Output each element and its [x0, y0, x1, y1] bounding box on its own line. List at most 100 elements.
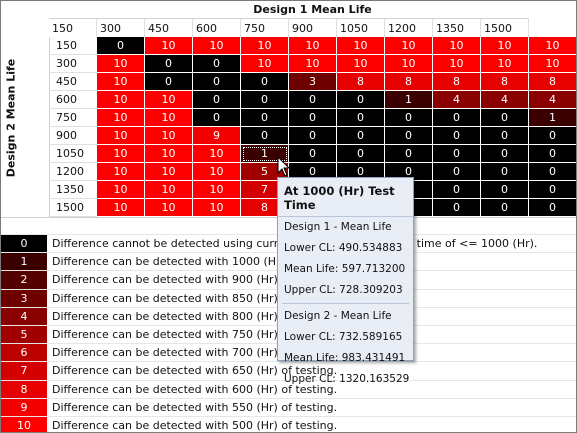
- legend-description: Difference can be detected with 550 (Hr)…: [52, 400, 338, 414]
- tooltip-design1-mean-life: Mean Life: 597.713200: [284, 263, 406, 275]
- matrix-cell[interactable]: 0: [433, 199, 481, 217]
- matrix-cell[interactable]: 10: [145, 91, 193, 109]
- tooltip-design2-header: Design 2 - Mean Life: [284, 310, 392, 322]
- matrix-cell[interactable]: 10: [529, 55, 576, 73]
- matrix-cell[interactable]: 0: [97, 37, 145, 55]
- matrix-cell[interactable]: 10: [337, 55, 385, 73]
- row-header: 1350: [49, 181, 97, 199]
- matrix-cell[interactable]: 0: [481, 127, 529, 145]
- matrix-cell[interactable]: 4: [529, 91, 576, 109]
- matrix-cell[interactable]: 10: [145, 127, 193, 145]
- matrix-cell[interactable]: 0: [433, 127, 481, 145]
- matrix-cell[interactable]: 3: [289, 73, 337, 91]
- matrix-cell[interactable]: 0: [241, 109, 289, 127]
- matrix-cell[interactable]: 0: [241, 73, 289, 91]
- matrix-cell[interactable]: 8: [385, 73, 433, 91]
- matrix-cell[interactable]: 10: [97, 127, 145, 145]
- matrix-cell[interactable]: 10: [193, 37, 241, 55]
- matrix-cell[interactable]: 8: [481, 73, 529, 91]
- matrix-cell[interactable]: 0: [289, 127, 337, 145]
- matrix-cell[interactable]: 4: [481, 91, 529, 109]
- matrix-cell[interactable]: 10: [481, 37, 529, 55]
- matrix-cell[interactable]: 4: [433, 91, 481, 109]
- matrix-cell[interactable]: 0: [529, 127, 576, 145]
- matrix-cell[interactable]: 10: [97, 73, 145, 91]
- matrix-cell[interactable]: 0: [481, 145, 529, 163]
- matrix-cell[interactable]: 0: [337, 127, 385, 145]
- matrix-cell[interactable]: 0: [145, 55, 193, 73]
- matrix-cell[interactable]: 10: [193, 163, 241, 181]
- row-headers: 150 300 450 600 750 900 1050 1200 1350 1500: [49, 37, 97, 217]
- matrix-cell[interactable]: 0: [145, 73, 193, 91]
- matrix-cell[interactable]: 10: [97, 163, 145, 181]
- matrix-cell[interactable]: 0: [529, 199, 576, 217]
- matrix-cell[interactable]: 10: [385, 37, 433, 55]
- matrix-cell[interactable]: 10: [145, 163, 193, 181]
- matrix-cell[interactable]: 10: [289, 55, 337, 73]
- matrix-cell[interactable]: 10: [385, 55, 433, 73]
- matrix-cell[interactable]: 9: [193, 127, 241, 145]
- matrix-cell[interactable]: 10: [433, 37, 481, 55]
- matrix-cell[interactable]: 0: [385, 145, 433, 163]
- matrix-cell[interactable]: 0: [193, 109, 241, 127]
- matrix-cell[interactable]: 1: [529, 109, 576, 127]
- matrix-cell[interactable]: 10: [97, 181, 145, 199]
- matrix-cell[interactable]: 0: [193, 91, 241, 109]
- column-header: 300: [97, 18, 145, 37]
- matrix-cell[interactable]: 10: [97, 145, 145, 163]
- matrix-cell[interactable]: 0: [193, 73, 241, 91]
- matrix-cell[interactable]: 10: [145, 199, 193, 217]
- matrix-cell[interactable]: 10: [145, 37, 193, 55]
- matrix-cell[interactable]: 0: [385, 127, 433, 145]
- matrix-cell[interactable]: 0: [529, 163, 576, 181]
- matrix-cell[interactable]: 10: [193, 181, 241, 199]
- matrix-cell[interactable]: 0: [385, 109, 433, 127]
- matrix-cell[interactable]: 0: [481, 163, 529, 181]
- matrix-cell[interactable]: 0: [481, 181, 529, 199]
- matrix-cell[interactable]: 10: [97, 55, 145, 73]
- matrix-cell[interactable]: 8: [529, 73, 576, 91]
- legend-row: 9 Difference can be detected with 550 (Hr…: [1, 397, 576, 416]
- matrix-row: 10 10 0 0 0 0 0 0 0 1: [97, 109, 576, 127]
- matrix-cell[interactable]: 0: [529, 145, 576, 163]
- matrix-cell[interactable]: 10: [433, 55, 481, 73]
- matrix-cell[interactable]: 10: [145, 109, 193, 127]
- matrix-cell[interactable]: 0: [337, 109, 385, 127]
- matrix-cell[interactable]: 0: [289, 145, 337, 163]
- matrix-cell[interactable]: 0: [337, 91, 385, 109]
- matrix-cell[interactable]: 10: [97, 109, 145, 127]
- matrix-cell[interactable]: 10: [97, 199, 145, 217]
- matrix-cell[interactable]: 0: [289, 109, 337, 127]
- matrix-cell[interactable]: 10: [193, 145, 241, 163]
- matrix-cell[interactable]: 0: [481, 199, 529, 217]
- matrix-cell[interactable]: 0: [481, 109, 529, 127]
- matrix-cell[interactable]: 8: [433, 73, 481, 91]
- matrix-cell[interactable]: 10: [241, 55, 289, 73]
- matrix-cell[interactable]: 0: [529, 181, 576, 199]
- matrix-cell[interactable]: 0: [337, 145, 385, 163]
- matrix-cell[interactable]: 10: [289, 37, 337, 55]
- matrix-cell[interactable]: 0: [433, 163, 481, 181]
- matrix-cell[interactable]: 0: [241, 91, 289, 109]
- row-header: 150: [49, 37, 97, 55]
- matrix-cell[interactable]: 0: [193, 55, 241, 73]
- row-header: 1050: [49, 145, 97, 163]
- matrix-cell[interactable]: 0: [241, 127, 289, 145]
- matrix-cell[interactable]: 10: [97, 91, 145, 109]
- matrix-cell[interactable]: 10: [241, 37, 289, 55]
- matrix-cell[interactable]: 1: [385, 91, 433, 109]
- matrix-row: 10 10 0 0 0 0 1 4 4 4: [97, 91, 576, 109]
- matrix-cell[interactable]: 0: [433, 181, 481, 199]
- legend-swatch: 6: [1, 344, 48, 362]
- matrix-cell[interactable]: 10: [145, 145, 193, 163]
- matrix-cell[interactable]: 0: [433, 109, 481, 127]
- matrix-cell[interactable]: 10: [481, 55, 529, 73]
- matrix-cell[interactable]: 8: [337, 73, 385, 91]
- matrix-cell[interactable]: 10: [337, 37, 385, 55]
- matrix-row: 10 10 9 0 0 0 0 0 0 0: [97, 127, 576, 145]
- matrix-cell[interactable]: 10: [145, 181, 193, 199]
- matrix-cell[interactable]: 10: [529, 37, 576, 55]
- matrix-cell[interactable]: 0: [433, 145, 481, 163]
- matrix-cell[interactable]: 0: [289, 91, 337, 109]
- matrix-cell[interactable]: 10: [193, 199, 241, 217]
